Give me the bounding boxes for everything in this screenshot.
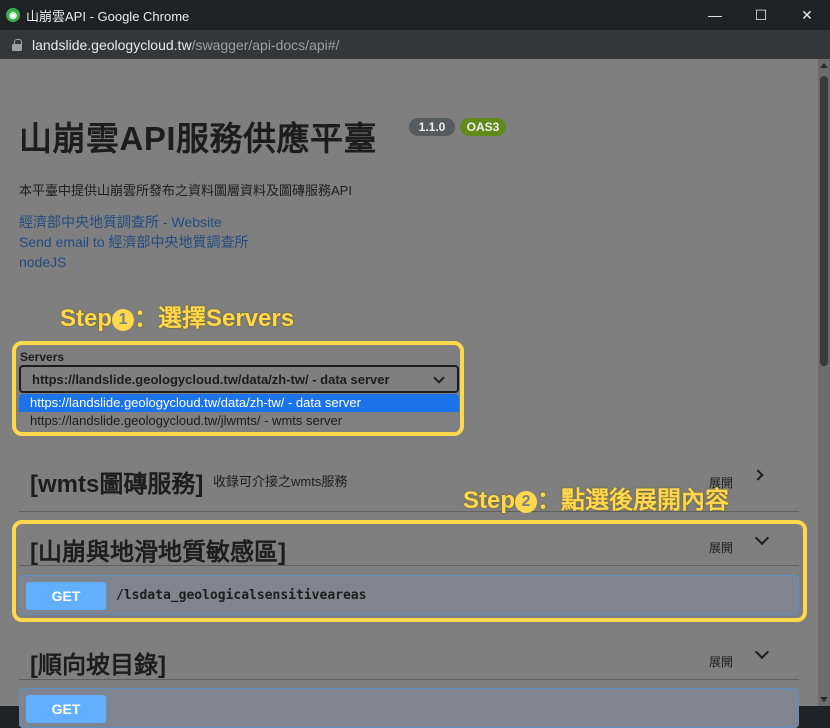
step1-text: ：選擇Servers	[134, 305, 295, 332]
operation-row[interactable]: GET /lsdata_geologicalsensitiveareas	[19, 575, 799, 615]
section-title-dip-slope[interactable]: [順向坡目錄]	[30, 645, 166, 680]
api-description: 本平臺中提供山崩雲所發布之資料圖層資料及圖磚服務API	[19, 183, 352, 198]
get-method-badge: GET	[26, 582, 106, 610]
minimize-button[interactable]: —	[692, 0, 738, 30]
window-title: 山崩雲API - Google Chrome	[26, 8, 190, 24]
servers-selected-value: https://landslide.geologycloud.tw/data/z…	[32, 371, 390, 387]
url-host: landslide.geologycloud.tw	[32, 36, 192, 53]
operation-row[interactable]: GET	[19, 688, 799, 728]
section-title-wmts[interactable]: [wmts圖磚服務]	[30, 464, 203, 499]
step1-callout: Step 1 ：選擇Servers	[60, 298, 294, 333]
version-badge: 1.1.0	[409, 118, 455, 136]
servers-select[interactable]: https://landslide.geologycloud.tw/data/z…	[19, 365, 459, 393]
server-option-wmts[interactable]: https://landslide.geologycloud.tw/jlwmts…	[19, 412, 459, 430]
maximize-button[interactable]: ☐	[738, 0, 784, 30]
url-path: /swagger/api-docs/api#/	[191, 36, 340, 53]
section-subtitle-wmts: 收錄可介接之wmts服務	[213, 474, 348, 489]
get-method-badge: GET	[26, 695, 106, 723]
expand-label-dip-slope: 展開	[709, 655, 734, 669]
operation-path: /lsdata_geologicalsensitiveareas	[116, 588, 367, 603]
step1-prefix: Step	[60, 305, 113, 332]
section-title-sensitive-areas[interactable]: [山崩與地滑地質敏感區]	[30, 532, 286, 567]
scroll-up-arrow-icon[interactable]	[820, 63, 828, 68]
app-favicon-icon: ◉	[6, 8, 20, 22]
servers-dropdown-list: https://landslide.geologycloud.tw/data/z…	[19, 394, 459, 432]
lock-icon	[12, 38, 22, 51]
scrollbar-thumb[interactable]	[820, 76, 828, 366]
step2-prefix: Step	[463, 487, 516, 514]
page-title: 山崩雲API服務供應平臺	[19, 120, 378, 157]
step1-number-badge: 1	[112, 309, 135, 331]
window-titlebar: ◉ 山崩雲API - Google Chrome — ☐ ✕	[0, 0, 830, 30]
chevron-down-icon	[433, 372, 445, 384]
servers-label: Servers	[20, 350, 65, 364]
step2-number-badge: 2	[515, 491, 538, 513]
server-option-data[interactable]: https://landslide.geologycloud.tw/data/z…	[19, 394, 459, 412]
address-bar[interactable]: landslide.geologycloud.tw/swagger/api-do…	[0, 30, 830, 59]
oas-badge: OAS3	[460, 118, 506, 136]
scroll-down-arrow-icon[interactable]	[820, 697, 828, 702]
close-button[interactable]: ✕	[784, 0, 830, 30]
expand-label-sensitive-areas: 展開	[709, 541, 734, 555]
email-link[interactable]: Send email to 經濟部中央地質調查所	[19, 232, 249, 252]
website-link[interactable]: 經濟部中央地質調查所 - Website	[19, 212, 222, 232]
step2-text: ：點選後展開內容	[537, 487, 730, 514]
window-controls: — ☐ ✕	[692, 0, 830, 30]
nodejs-link[interactable]: nodeJS	[19, 254, 66, 270]
step2-callout: Step 2 ：點選後展開內容	[463, 480, 729, 515]
